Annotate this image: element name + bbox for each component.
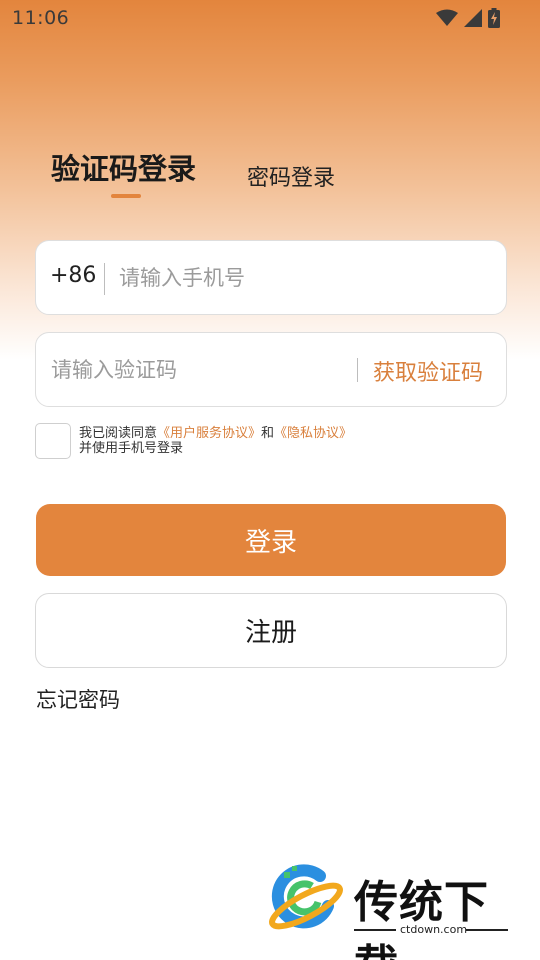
user-agreement-link[interactable]: 《用户服务协议》 <box>157 426 261 441</box>
register-button[interactable]: 注册 <box>35 593 507 668</box>
status-time: 11:06 <box>12 7 70 29</box>
phone-divider <box>104 263 105 295</box>
status-icons <box>436 8 500 28</box>
country-code[interactable]: +86 <box>50 263 96 288</box>
watermark-url: ctdown.com <box>400 923 468 936</box>
code-field: 获取验证码 <box>35 332 507 407</box>
signal-icon <box>464 9 482 27</box>
agreement-suffix: 并使用手机号登录 <box>79 441 184 456</box>
get-code-button[interactable]: 获取验证码 <box>373 355 483 387</box>
forgot-password-link[interactable]: 忘记密码 <box>36 684 120 714</box>
agreement-checkbox[interactable] <box>35 423 71 459</box>
login-button[interactable]: 登录 <box>36 504 506 576</box>
privacy-link[interactable]: 《隐私协议》 <box>274 426 352 441</box>
tab-code-login[interactable]: 验证码登录 <box>51 146 196 188</box>
watermark-line-right <box>466 929 508 931</box>
tab-active-indicator <box>111 194 141 198</box>
code-divider <box>357 358 358 382</box>
tab-password-login[interactable]: 密码登录 <box>247 160 335 192</box>
watermark-brand: 传统下载 <box>354 877 489 960</box>
agreement-and: 和 <box>261 426 275 441</box>
phone-field: +86 <box>35 240 507 315</box>
wifi-icon <box>436 9 458 27</box>
watermark: 传统下载 ctdown.com <box>268 860 518 960</box>
battery-charging-icon <box>488 8 500 28</box>
agreement-prefix: 我已阅读同意 <box>79 426 158 441</box>
code-input[interactable] <box>51 353 351 387</box>
watermark-line-left <box>354 929 396 931</box>
status-bar: 11:06 <box>0 0 540 36</box>
phone-input[interactable] <box>119 261 489 295</box>
agreement-text: 我已阅读同意《用户服务协议》和《隐私协议》 并使用手机号登录 <box>79 426 352 456</box>
